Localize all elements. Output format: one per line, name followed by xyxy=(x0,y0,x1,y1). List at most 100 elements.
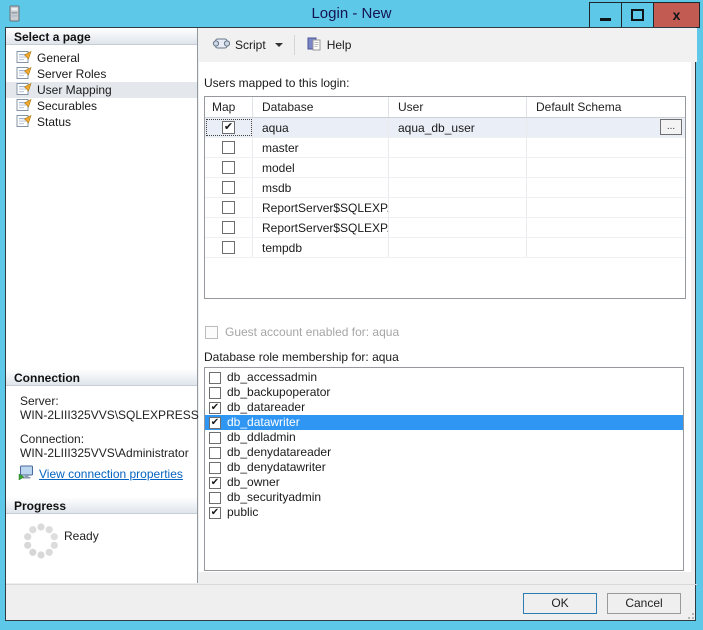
default-schema-cell[interactable] xyxy=(527,238,685,257)
role-list-item-db_accessadmin[interactable]: db_accessadmin xyxy=(205,370,683,385)
role-list-item-db_backupoperator[interactable]: db_backupoperator xyxy=(205,385,683,400)
connection-properties-icon xyxy=(18,465,34,483)
role-list-item-db_securityadmin[interactable]: db_securityadmin xyxy=(205,490,683,505)
column-header-default-schema: Default Schema xyxy=(527,97,685,117)
default-schema-cell[interactable] xyxy=(527,138,685,157)
role-name: db_securityadmin xyxy=(227,490,321,505)
sidebar-item-securables[interactable]: Securables xyxy=(6,98,197,114)
map-cell[interactable] xyxy=(205,238,253,257)
default-schema-cell[interactable] xyxy=(527,218,685,237)
sidebar-item-general[interactable]: General xyxy=(6,50,197,66)
progress-status: Ready xyxy=(64,529,99,543)
sidebar-item-user-mapping[interactable]: User Mapping xyxy=(6,82,197,98)
sidebar-item-server-roles[interactable]: Server Roles xyxy=(6,66,197,82)
role-name: db_backupoperator xyxy=(227,385,330,400)
script-icon xyxy=(212,36,230,54)
table-row[interactable]: model xyxy=(205,158,685,178)
script-dropdown-icon[interactable] xyxy=(275,43,283,47)
connection-label: Connection: xyxy=(20,432,84,446)
maximize-button[interactable] xyxy=(621,3,653,27)
role-checkbox[interactable] xyxy=(209,462,221,474)
page-icon xyxy=(16,82,32,99)
role-list-item-db_denydatareader[interactable]: db_denydatareader xyxy=(205,445,683,460)
role-checkbox[interactable] xyxy=(209,372,221,384)
table-row[interactable]: master xyxy=(205,138,685,158)
role-list-item-db_ddladmin[interactable]: db_ddladmin xyxy=(205,430,683,445)
user-cell[interactable] xyxy=(389,218,527,237)
close-icon: x xyxy=(673,8,681,22)
minimize-button[interactable] xyxy=(590,3,621,27)
map-checkbox[interactable] xyxy=(222,141,235,154)
footer-divider xyxy=(6,584,697,585)
script-label: Script xyxy=(235,38,266,52)
table-row[interactable]: ReportServer$SQLEXP... xyxy=(205,198,685,218)
user-cell[interactable] xyxy=(389,238,527,257)
sidebar-item-label: Status xyxy=(37,115,71,129)
table-header-row: MapDatabaseUserDefault Schema xyxy=(205,97,685,118)
sidebar: Select a page General Server Roles xyxy=(6,28,198,583)
default-schema-cell[interactable] xyxy=(527,158,685,177)
role-name: db_ddladmin xyxy=(227,430,296,445)
role-checkbox[interactable] xyxy=(209,432,221,444)
map-cell[interactable] xyxy=(205,198,253,217)
role-list-item-public[interactable]: public xyxy=(205,505,683,520)
default-schema-cell[interactable] xyxy=(527,198,685,217)
role-membership-list: db_accessadmin db_backupoperator db_data… xyxy=(204,367,684,571)
role-checkbox[interactable] xyxy=(209,447,221,459)
role-list-item-db_datawriter[interactable]: db_datawriter xyxy=(205,415,683,430)
map-checkbox[interactable] xyxy=(222,181,235,194)
role-list-item-db_datareader[interactable]: db_datareader xyxy=(205,400,683,415)
maximize-icon xyxy=(631,9,644,21)
table-row[interactable]: msdb xyxy=(205,178,685,198)
role-name: db_datawriter xyxy=(227,415,300,430)
role-name: public xyxy=(227,505,258,520)
map-cell[interactable] xyxy=(205,218,253,237)
role-checkbox[interactable] xyxy=(209,492,221,504)
progress-spinner-icon xyxy=(22,522,60,563)
ok-button[interactable]: OK xyxy=(523,593,597,614)
map-cell[interactable] xyxy=(205,178,253,197)
window-controls: x xyxy=(589,2,700,28)
table-row[interactable]: aqua aqua_db_user ... xyxy=(205,118,685,138)
browse-schema-button[interactable]: ... xyxy=(660,119,682,135)
role-checkbox[interactable] xyxy=(209,477,221,489)
user-cell[interactable] xyxy=(389,178,527,197)
default-schema-cell[interactable] xyxy=(527,178,685,197)
map-checkbox[interactable] xyxy=(222,161,235,174)
cancel-button[interactable]: Cancel xyxy=(607,593,681,614)
help-button[interactable]: Help xyxy=(302,33,356,58)
sidebar-item-status[interactable]: Status xyxy=(6,114,197,130)
map-cell[interactable] xyxy=(205,138,253,157)
map-checkbox[interactable] xyxy=(222,121,235,134)
page-icon xyxy=(16,114,32,131)
role-list-item-db_denydatawriter[interactable]: db_denydatawriter xyxy=(205,460,683,475)
map-checkbox[interactable] xyxy=(222,221,235,234)
toolbar-separator xyxy=(294,35,295,55)
role-list-item-db_owner[interactable]: db_owner xyxy=(205,475,683,490)
role-checkbox[interactable] xyxy=(209,402,221,414)
role-name: db_denydatawriter xyxy=(227,460,326,475)
resize-grip[interactable] xyxy=(684,609,694,619)
view-connection-properties-link[interactable]: View connection properties xyxy=(39,467,183,481)
user-cell[interactable] xyxy=(389,198,527,217)
connection-header: Connection xyxy=(6,369,197,386)
database-cell: msdb xyxy=(253,178,389,197)
close-button[interactable]: x xyxy=(653,3,699,27)
select-page-header: Select a page xyxy=(6,28,197,45)
map-checkbox[interactable] xyxy=(222,201,235,214)
role-checkbox[interactable] xyxy=(209,387,221,399)
guest-account-row: Guest account enabled for: aqua xyxy=(205,325,399,339)
table-row[interactable]: tempdb xyxy=(205,238,685,258)
map-cell[interactable] xyxy=(205,158,253,177)
sidebar-item-label: General xyxy=(37,51,80,65)
sidebar-item-label: User Mapping xyxy=(37,83,112,97)
table-row[interactable]: ReportServer$SQLEXP... xyxy=(205,218,685,238)
role-checkbox[interactable] xyxy=(209,417,221,429)
role-checkbox[interactable] xyxy=(209,507,221,519)
user-cell[interactable] xyxy=(389,138,527,157)
map-cell[interactable] xyxy=(205,118,253,137)
user-cell[interactable] xyxy=(389,158,527,177)
script-button[interactable]: Script xyxy=(208,33,287,57)
map-checkbox[interactable] xyxy=(222,241,235,254)
user-cell[interactable]: aqua_db_user xyxy=(389,118,527,137)
